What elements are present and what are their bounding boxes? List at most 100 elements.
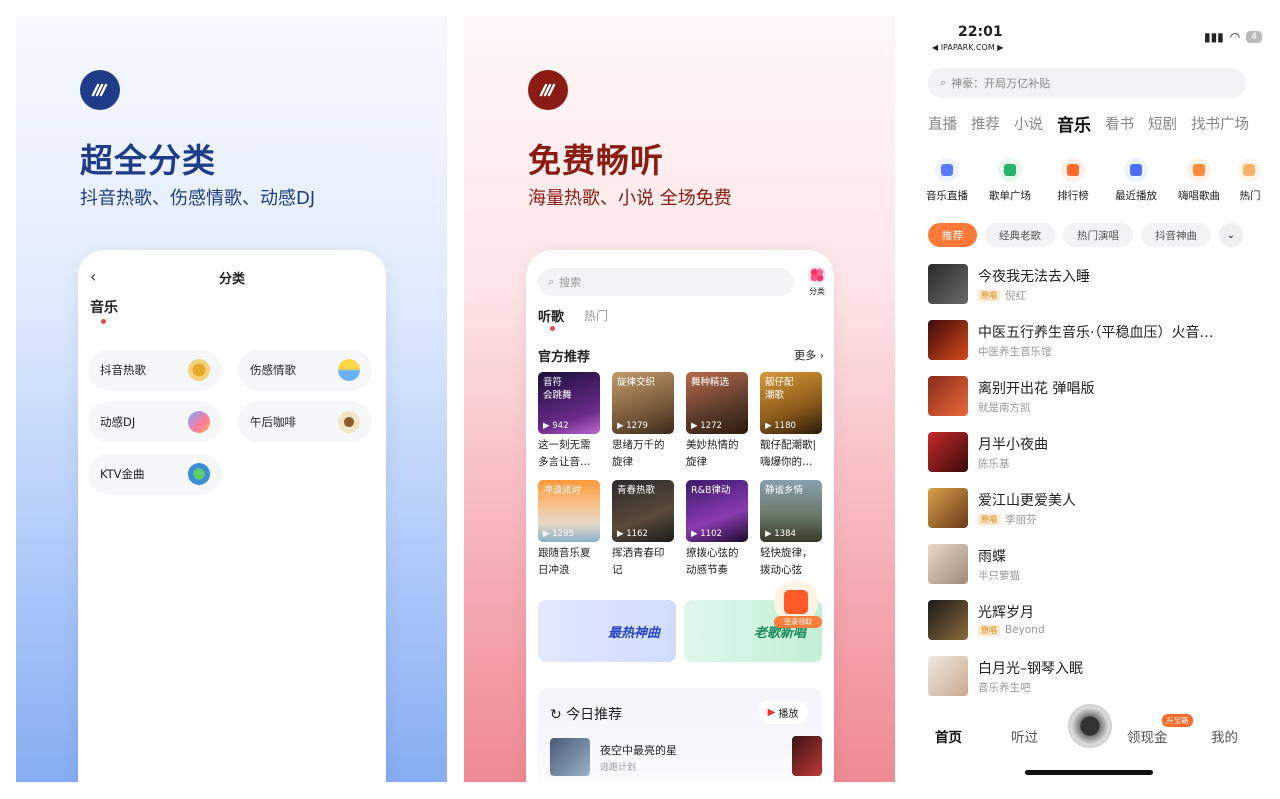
category-item[interactable]: 抖音热歌 <box>88 350 222 390</box>
promo-subtitle: 抖音热歌、伤感情歌、动感DJ <box>80 188 316 209</box>
play-count: ▶ 1272 <box>691 421 722 431</box>
playlist-card[interactable]: 靓仔配 潮歌 ▶ 1180 靓仔配潮歌|嗨爆你的… <box>760 372 822 471</box>
today-title: ↻ 今日推荐 <box>550 707 623 723</box>
status-icons: ▮▮▮ ◠ 4 <box>1204 30 1262 44</box>
song-artist: 就是南方凯 <box>978 402 1031 414</box>
search-input[interactable]: ⌕ 搜索 <box>538 268 794 296</box>
search-input[interactable]: ⌕ 神豪：开局万亿补贴 <box>928 68 1246 98</box>
tab-books[interactable]: 看书 <box>1105 113 1134 136</box>
tab-short-drama[interactable]: 短剧 <box>1148 113 1177 136</box>
play-count: ▶ 1384 <box>765 529 796 539</box>
playlist-card[interactable]: 冲浪派对 ▶ 1295 跟随音乐夏日冲浪 <box>538 480 600 579</box>
song-row[interactable]: 月半小夜曲 陈乐基 <box>928 432 1268 474</box>
song-row[interactable]: 中医五行养生音乐·（平稳血压）火音… 中医养生音乐馆 <box>928 320 1268 362</box>
category-item[interactable]: 伤感情歌 <box>238 350 372 390</box>
tab-novel[interactable]: 小说 <box>1014 113 1043 136</box>
play-icon <box>1130 164 1142 176</box>
card-caption: 轻快旋律，拨动心弦 <box>760 547 813 576</box>
song-title[interactable]: 夜空中最亮的星 <box>600 742 677 758</box>
play-count: ▶ 1295 <box>543 529 574 539</box>
chevron-down-icon[interactable]: ⌄ <box>1219 223 1243 247</box>
tab-hot[interactable]: 热门 <box>584 307 608 324</box>
battery-icon: 4 <box>1246 31 1262 43</box>
cover-title: R&B律动 <box>691 485 731 496</box>
status-time: 22:01 <box>958 24 1003 40</box>
genre-chips: 推荐 经典老歌 热门演唱 抖音神曲 ⌄ <box>928 223 1243 247</box>
cover-title: 冲浪派对 <box>543 485 582 496</box>
song-cover <box>928 376 968 416</box>
nav-badge: 升宝箱 <box>1162 714 1193 727</box>
category-item[interactable]: KTV金曲 <box>88 454 222 494</box>
entry-playlist-plaza[interactable]: 歌单广场 <box>985 158 1035 203</box>
play-count: ▶ 942 <box>543 421 569 431</box>
refresh-icon: ↻ <box>550 707 562 723</box>
nav-cash[interactable]: 领现金 <box>1127 726 1168 746</box>
entry-recent[interactable]: 最近播放 <box>1111 158 1161 203</box>
ice-cream-icon <box>338 359 360 381</box>
globe-icon <box>188 463 210 485</box>
tab-recommend[interactable]: 推荐 <box>971 113 1000 136</box>
cover-title: 青春热歌 <box>617 485 656 496</box>
promo-panel-categories: 超全分类 抖音热歌、伤感情歌、动感DJ ‹ 分类 音乐 抖音热歌 伤感情歌 动感… <box>16 16 447 782</box>
search-icon: ⌕ <box>548 275 555 288</box>
entry-hot[interactable]: 热门 <box>1237 158 1263 203</box>
login-reward-button[interactable]: 登录领取 <box>774 580 822 632</box>
entry-label: 嗨唱歌曲 <box>1178 190 1220 202</box>
tab-find-books[interactable]: 找书广场 <box>1191 113 1249 136</box>
category-item[interactable]: 动感DJ <box>88 402 222 442</box>
more-label: 更多 <box>794 349 817 362</box>
playlist-card[interactable]: 音符 会跳舞 ▶ 942 这一刻无需多言让音… <box>538 372 600 471</box>
song-row[interactable]: 雨蝶 半只箩猫 <box>928 544 1268 586</box>
song-title: 中医五行养生音乐·（平稳血压）火音… <box>978 325 1214 341</box>
nav-mine[interactable]: 我的 <box>1211 726 1238 746</box>
app-logo-icon <box>80 70 120 110</box>
tab-music[interactable]: 音乐 <box>1057 111 1091 136</box>
banner-hot-songs[interactable]: 最热神曲 <box>538 600 676 662</box>
cover-title: 音符 会跳舞 <box>543 377 572 401</box>
song-artist: 李丽芬 <box>1005 514 1037 526</box>
entry-music-live[interactable]: 音乐直播 <box>922 158 972 203</box>
playlist-card[interactable]: 旋律交织 ▶ 1279 思绪万千的旋律 <box>612 372 674 471</box>
player-disc-icon[interactable] <box>1068 704 1112 748</box>
song-cover <box>550 738 590 776</box>
song-cover <box>928 432 968 472</box>
app-screenshot-music: 22:01 ◀ IPAPARK.COM ▶ ▮▮▮ ◠ 4 ⌕ 神豪：开局万亿补贴 直… <box>910 16 1280 782</box>
category-button[interactable]: 分类 <box>804 266 830 297</box>
entry-sing[interactable]: 嗨唱歌曲 <box>1174 158 1224 203</box>
song-row[interactable]: 离别开出花 弹唱版 就是南方凯 <box>928 376 1268 418</box>
song-title: 白月光–钢琴入眠 <box>978 661 1083 677</box>
hot-icon <box>1243 164 1255 176</box>
mic-icon <box>1193 164 1205 176</box>
song-row[interactable]: 爱江山更爱美人 原唱 李丽芬 <box>928 488 1268 530</box>
tab-live[interactable]: 直播 <box>928 113 957 136</box>
nav-home[interactable]: 首页 <box>935 726 962 746</box>
today-recommend-card: ↻ 今日推荐 ▶ 播放 夜空中最亮的星 逃跑计划 <box>538 688 822 782</box>
category-item[interactable]: 午后咖啡 <box>238 402 372 442</box>
chip-hot-sing[interactable]: 热门演唱 <box>1063 223 1133 247</box>
playlist-card[interactable]: 青春热歌 ▶ 1162 挥洒青春印记 <box>612 480 674 579</box>
play-button[interactable]: ▶ 播放 <box>758 700 808 724</box>
song-row[interactable]: 白月光–钢琴入眠 音乐养生吧 <box>928 656 1268 698</box>
more-link[interactable]: 更多 › <box>794 347 824 363</box>
playlist-card[interactable]: 舞种精选 ▶ 1272 美妙热情的旋律 <box>686 372 748 471</box>
dj-icon <box>188 411 210 433</box>
playlist-card[interactable]: 静谧乡情 ▶ 1384 轻快旋律，拨动心弦 <box>760 480 822 579</box>
song-row[interactable]: 光辉岁月 原唱 Beyond <box>928 600 1268 642</box>
song-row[interactable]: 今夜我无法去入睡 原唱 倪红 <box>928 264 1268 306</box>
chip-douyin[interactable]: 抖音神曲 <box>1141 223 1211 247</box>
song-title: 光辉岁月 <box>978 605 1034 621</box>
tab-listen[interactable]: 听歌 <box>538 306 564 325</box>
playlist-card[interactable]: R&B律动 ▶ 1102 撩拨心弦的动感节奏 <box>686 480 748 579</box>
entry-label: 歌单广场 <box>989 190 1031 202</box>
song-title: 今夜我无法去入睡 <box>978 269 1090 285</box>
chip-recommend[interactable]: 推荐 <box>928 223 977 247</box>
entry-chart[interactable]: 排行榜 <box>1048 158 1098 203</box>
nav-history[interactable]: 听过 <box>1011 726 1038 746</box>
card-caption: 这一刻无需多言让音… <box>538 439 591 468</box>
search-placeholder: 神豪：开局万亿补贴 <box>951 77 1051 90</box>
entry-label: 排行榜 <box>1057 190 1089 202</box>
play-count: ▶ 1162 <box>617 529 648 539</box>
wifi-icon: ◠ <box>1229 30 1241 44</box>
chip-classic[interactable]: 经典老歌 <box>985 223 1055 247</box>
song-artist: Beyond <box>1005 624 1045 636</box>
